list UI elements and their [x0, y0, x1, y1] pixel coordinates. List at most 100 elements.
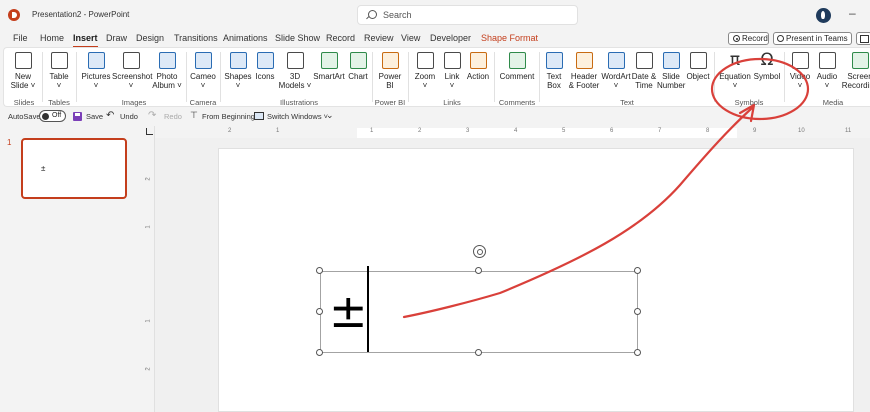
window-title: Presentation2 - PowerPoint: [32, 10, 130, 19]
from-beginning-icon: ⊤: [190, 110, 198, 120]
tab-view[interactable]: View: [401, 33, 420, 43]
search-icon: [368, 10, 377, 19]
tab-review[interactable]: Review: [364, 33, 394, 43]
video-button[interactable]: Video ˅: [787, 50, 813, 90]
omega-icon: Ω: [760, 50, 774, 70]
group-slides: Slides: [13, 98, 35, 107]
power-bi-icon: [381, 52, 399, 69]
redo-icon: ↷: [148, 110, 157, 121]
wordart-button[interactable]: WordArt ˅: [601, 50, 631, 90]
equation-button[interactable]: π Equation ˅: [717, 50, 753, 91]
speaker-icon: [818, 52, 836, 69]
present-in-teams-button[interactable]: Present in Teams: [773, 32, 852, 45]
link-button[interactable]: Link ˅: [440, 50, 464, 90]
screenshot-icon: [122, 52, 140, 69]
comment-button[interactable]: Comment: [498, 50, 536, 81]
tab-shape-format[interactable]: Shape Format: [481, 33, 538, 43]
resize-handle-top[interactable]: [475, 267, 482, 274]
customize-toolbar-icon[interactable]: ⌄: [326, 110, 334, 121]
action-button[interactable]: Action: [465, 50, 491, 81]
header-footer-button[interactable]: Header & Footer: [567, 50, 601, 90]
slide-number-button[interactable]: Slide Number: [657, 50, 685, 90]
tab-home[interactable]: Home: [40, 33, 64, 43]
slide-number: 1: [7, 138, 12, 147]
object-button[interactable]: Object: [685, 50, 711, 81]
tab-transitions[interactable]: Transitions: [174, 33, 218, 43]
icons-button[interactable]: Icons: [253, 50, 277, 81]
quick-access-toolbar: AutoSave Save Undo Redo From Beginning S…: [0, 108, 870, 125]
table-button[interactable]: Table ˅: [46, 50, 72, 90]
cameo-button[interactable]: Cameo ˅: [189, 50, 217, 90]
plus-minus-symbol: ±: [329, 284, 368, 338]
icons-icon: [256, 52, 274, 69]
chart-button[interactable]: Chart: [346, 50, 370, 81]
tab-developer[interactable]: Developer: [430, 33, 471, 43]
resize-handle-bottom[interactable]: [475, 349, 482, 356]
undo-button[interactable]: Undo: [120, 112, 138, 121]
text-box-button[interactable]: Text Box: [542, 50, 566, 90]
group-images: Images: [121, 98, 147, 107]
autosave-toggle[interactable]: Off: [39, 110, 66, 122]
account-avatar[interactable]: [816, 8, 831, 23]
search-box[interactable]: Search: [357, 5, 578, 25]
text-box-icon: [545, 52, 563, 69]
shapes-button[interactable]: Shapes ˅: [223, 50, 253, 90]
group-symbols: Symbols: [734, 98, 764, 107]
redo-button[interactable]: Redo: [164, 112, 182, 121]
video-icon: [791, 52, 809, 69]
3d-models-button[interactable]: 3D Models ˅: [278, 50, 312, 90]
switch-windows-button[interactable]: Switch Windows ˅: [267, 112, 328, 121]
teams-icon: [777, 35, 784, 42]
rotate-handle-icon[interactable]: [473, 245, 486, 258]
resize-handle-top-left[interactable]: [316, 267, 323, 274]
resize-handle-top-right[interactable]: [634, 267, 641, 274]
resize-handle-right[interactable]: [634, 308, 641, 315]
3d-models-icon: [286, 52, 304, 69]
photo-album-icon: [158, 52, 176, 69]
photo-album-button[interactable]: Photo Album ˅: [150, 50, 184, 90]
resize-handle-left[interactable]: [316, 308, 323, 315]
date-time-button[interactable]: Date & Time: [631, 50, 657, 90]
tab-slide-show[interactable]: Slide Show: [275, 33, 320, 43]
smartart-button[interactable]: SmartArt: [312, 50, 346, 81]
powerpoint-icon: [8, 9, 20, 21]
zoom-button[interactable]: Zoom ˅: [412, 50, 438, 90]
tab-file[interactable]: File: [13, 33, 28, 43]
record-button[interactable]: Record: [728, 32, 769, 45]
resize-handle-bottom-left[interactable]: [316, 349, 323, 356]
audio-button[interactable]: Audio ˅: [814, 50, 840, 90]
tab-insert[interactable]: Insert: [73, 33, 98, 48]
text-cursor: [367, 266, 369, 352]
group-power-bi: Power BI: [374, 98, 406, 107]
power-bi-button[interactable]: Power BI: [376, 50, 404, 90]
group-tables: Tables: [48, 98, 70, 107]
object-icon: [689, 52, 707, 69]
undo-icon: ↶: [106, 110, 115, 121]
tab-record[interactable]: Record: [326, 33, 355, 43]
symbol-button[interactable]: Ω Symbol: [753, 50, 781, 82]
group-illustrations: Illustrations: [280, 98, 318, 107]
table-icon: [50, 52, 68, 69]
minimize-button[interactable]: –: [849, 6, 856, 20]
shapes-icon: [229, 52, 247, 69]
pictures-button[interactable]: Pictures ˅: [81, 50, 111, 90]
save-icon: [73, 112, 82, 121]
save-button[interactable]: Save: [86, 112, 103, 121]
cameo-icon: [194, 52, 212, 69]
pi-icon: π: [729, 50, 741, 70]
new-slide-icon: [14, 52, 32, 69]
comments-button[interactable]: [856, 32, 870, 45]
action-icon: [469, 52, 487, 69]
slide-thumbnail[interactable]: ±: [21, 138, 127, 199]
search-placeholder: Search: [383, 10, 412, 20]
tab-design[interactable]: Design: [136, 33, 164, 43]
from-beginning-button[interactable]: From Beginning: [202, 112, 255, 121]
ruler-corner: [146, 128, 153, 135]
screenshot-button[interactable]: Screenshot ˅: [112, 50, 152, 90]
pictures-icon: [87, 52, 105, 69]
tab-draw[interactable]: Draw: [106, 33, 127, 43]
new-slide-button[interactable]: New Slide ˅: [9, 50, 37, 90]
tab-animations[interactable]: Animations: [223, 33, 268, 43]
screen-recording-button[interactable]: Screen Recording: [841, 50, 870, 90]
resize-handle-bottom-right[interactable]: [634, 349, 641, 356]
